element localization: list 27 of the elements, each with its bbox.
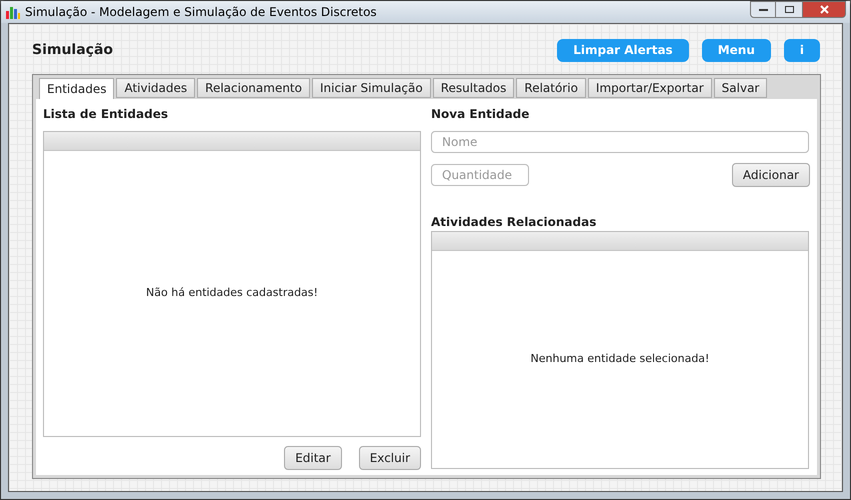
empty-message: Não há entidades cadastradas! — [146, 285, 318, 302]
page-title: Simulação — [32, 40, 114, 60]
tab[interactable]: Salvar — [714, 78, 768, 98]
tab[interactable]: Relacionamento — [197, 78, 310, 98]
section-title: Nova Entidade — [431, 106, 530, 123]
tab[interactable]: Relatório — [516, 78, 586, 98]
tab[interactable]: Iniciar Simulação — [312, 78, 431, 98]
section-title: Atividades Relacionadas — [431, 214, 598, 231]
empty-message: Nenhuma entidade selecionada! — [530, 351, 710, 368]
add-button[interactable]: Adicionar — [732, 163, 810, 187]
maximize-button[interactable] — [776, 1, 802, 18]
tab[interactable]: Importar/Exportar — [588, 78, 712, 98]
tab[interactable]: Entidades — [39, 78, 114, 99]
entity-list[interactable]: Não há entidades cadastradas! — [43, 131, 421, 437]
quantity-field[interactable]: Quantidade — [431, 164, 529, 186]
close-icon — [820, 5, 828, 14]
edit-button[interactable]: Editar — [284, 446, 342, 470]
tab[interactable]: Atividades — [116, 78, 196, 98]
close-button[interactable] — [802, 1, 846, 18]
bar-chart-icon — [5, 5, 21, 19]
minimize-button[interactable] — [750, 1, 776, 18]
window-title: Simulação - Modelagem e Simulação de Eventos Discretos — [25, 4, 377, 21]
tab[interactable]: Resultados — [432, 78, 514, 98]
delete-button[interactable]: Excluir — [358, 446, 421, 470]
name-field[interactable]: Nome — [431, 131, 809, 153]
section-title: Lista de Entidades — [43, 106, 169, 123]
activities-list[interactable]: Nenhuma entidade selecionada! — [431, 231, 809, 469]
